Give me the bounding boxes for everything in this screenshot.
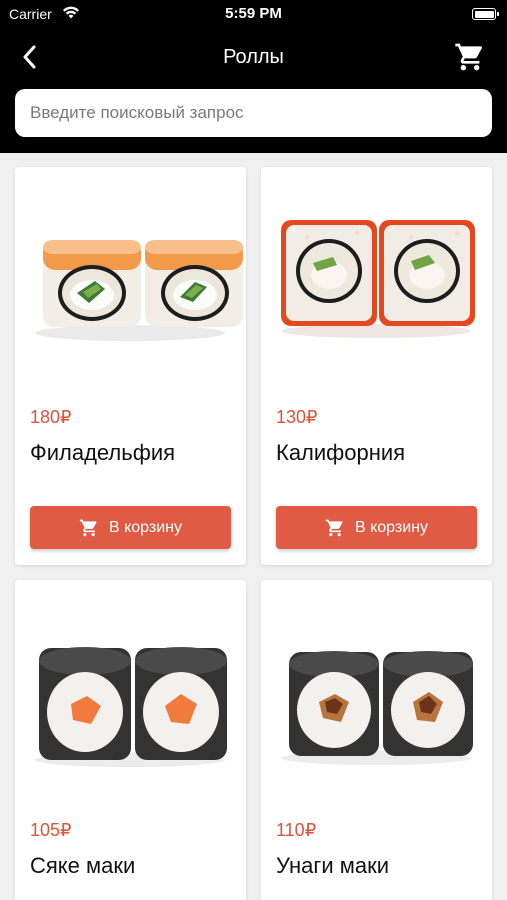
product-price: 180₽ — [30, 407, 72, 427]
app-header: Carrier 5:59 PM Роллы — [0, 0, 507, 153]
product-card[interactable]: 180₽ Филадельфия В корзину — [15, 167, 246, 565]
battery-icon — [472, 8, 499, 20]
product-name: Калифорния — [276, 440, 406, 465]
page-title: Роллы — [223, 46, 284, 68]
product-name: Филадельфия — [30, 440, 176, 465]
cart-icon — [325, 519, 343, 536]
product-image — [281, 651, 473, 765]
product-price: 105₽ — [30, 820, 72, 840]
product-name: Унаги маки — [276, 853, 390, 878]
add-to-cart-button[interactable]: В корзину — [30, 506, 231, 549]
status-bar: Carrier 5:59 PM — [0, 0, 507, 30]
cart-icon[interactable] — [454, 41, 486, 73]
cart-icon — [79, 519, 97, 536]
product-image — [35, 647, 227, 767]
search-bar — [15, 89, 492, 137]
product-price: 130₽ — [276, 407, 318, 427]
product-image — [281, 220, 475, 338]
add-to-cart-label: В корзину — [354, 518, 429, 536]
status-time: 5:59 PM — [225, 5, 282, 22]
search-input[interactable] — [30, 103, 477, 123]
add-to-cart-button[interactable]: В корзину — [276, 506, 477, 549]
product-name: Сяке маки — [30, 853, 136, 878]
product-price: 110₽ — [276, 820, 317, 840]
product-card[interactable]: 105₽ Сяке маки — [15, 580, 246, 900]
product-card[interactable]: 130₽ Калифорния В корзину — [261, 167, 492, 565]
product-card[interactable]: 110₽ Унаги маки — [261, 580, 492, 900]
product-image — [35, 240, 243, 341]
add-to-cart-label: В корзину — [108, 518, 183, 536]
